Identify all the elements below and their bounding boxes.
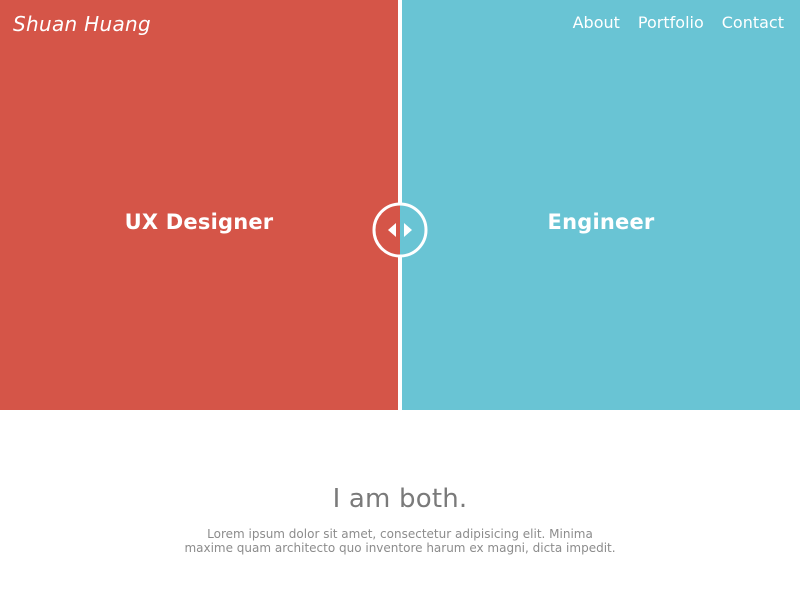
- intro-section: I am both. Lorem ipsum dolor sit amet, c…: [0, 410, 800, 600]
- intro-headline: I am both.: [332, 484, 468, 514]
- nav-contact-link[interactable]: Contact: [722, 13, 784, 32]
- intro-body-line-2: maxime quam architecto quo inventore har…: [184, 541, 616, 555]
- nav-portfolio-link[interactable]: Portfolio: [638, 13, 704, 32]
- left-right-arrows-icon: [372, 202, 428, 258]
- ux-designer-title: UX Designer: [124, 210, 274, 234]
- split-slider-handle[interactable]: [372, 202, 428, 258]
- page: UX Designer Engineer Shuan Huang About P…: [0, 0, 800, 600]
- hero-split: UX Designer Engineer Shuan Huang About P…: [0, 0, 800, 410]
- engineer-title: Engineer: [547, 210, 655, 234]
- site-brand[interactable]: Shuan Huang: [13, 12, 151, 36]
- ux-designer-panel: UX Designer: [0, 0, 398, 410]
- engineer-panel: Engineer: [402, 0, 800, 410]
- nav-about-link[interactable]: About: [573, 13, 620, 32]
- intro-body: Lorem ipsum dolor sit amet, consectetur …: [150, 527, 650, 555]
- main-nav: About Portfolio Contact: [573, 13, 784, 32]
- intro-body-line-1: Lorem ipsum dolor sit amet, consectetur …: [207, 527, 593, 541]
